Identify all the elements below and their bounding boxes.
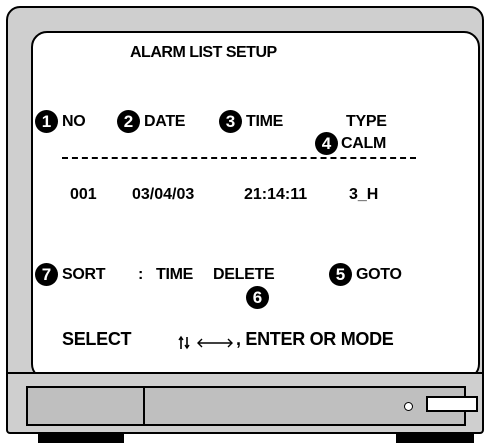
column-no[interactable]: NO [62,113,86,131]
hint-select: SELECT [62,329,132,349]
column-time[interactable]: TIME [246,113,283,131]
hint-suffix: , ENTER OR MODE [236,329,394,349]
badge-2: 2 [117,110,140,133]
disc-slot [426,396,478,412]
monitor-screen [31,31,480,380]
base-panel [26,386,478,426]
badge-3: 3 [219,110,242,133]
monitor-base [6,372,484,434]
row-time[interactable]: 21:14:11 [244,186,307,204]
badge-7: 7 [35,263,58,286]
hint-text: SELECT [62,329,132,350]
up-down-arrows-icon [178,335,190,350]
navigation-icons [178,335,233,350]
badge-6: 6 [246,286,269,309]
column-date[interactable]: DATE [144,113,185,131]
column-type[interactable]: TYPE [346,113,387,131]
goto-button[interactable]: GOTO [356,266,402,284]
row-date[interactable]: 03/04/03 [132,186,194,204]
left-right-arrow-icon [197,338,233,348]
column-calm[interactable]: CALM [341,135,386,153]
badge-5: 5 [329,263,352,286]
sort-value[interactable]: TIME [156,266,193,284]
dashed-separator [62,157,416,159]
power-led-icon [404,402,413,411]
row-type[interactable]: 3_H [349,186,378,204]
badge-4: 4 [315,132,338,155]
delete-button[interactable]: DELETE [213,266,275,284]
page-title: ALARM LIST SETUP [130,44,277,61]
badge-1: 1 [35,110,58,133]
left-foot [38,432,124,443]
sort-label[interactable]: SORT [62,266,106,284]
right-foot [396,432,474,443]
sort-separator: : [138,266,144,283]
base-divider [143,388,145,424]
row-no[interactable]: 001 [70,186,97,204]
